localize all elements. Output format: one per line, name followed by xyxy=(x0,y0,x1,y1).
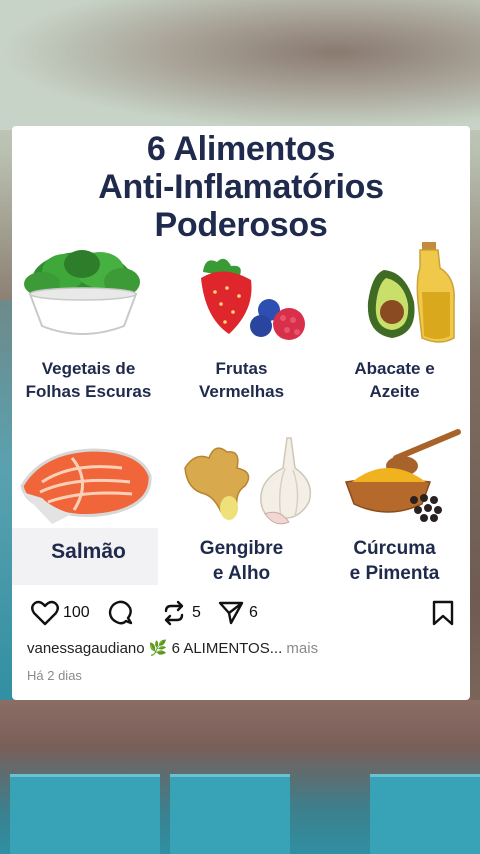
save-button[interactable] xyxy=(431,596,455,630)
food-label-line: Abacate e xyxy=(354,359,435,378)
share-button[interactable]: 6 xyxy=(217,596,258,630)
red-berries-icon xyxy=(201,258,305,340)
food-label: Cúrcuma e Pimenta xyxy=(318,536,470,586)
background-tile xyxy=(10,774,160,854)
food-item-avocado-oil: Abacate e Azeite xyxy=(318,242,470,412)
food-label-line: Frutas xyxy=(215,359,268,378)
post-title: 6 Alimentos Anti-Inflamatórios Poderosos xyxy=(12,130,470,244)
heart-icon xyxy=(31,600,59,626)
food-item-red-berries: Frutas Vermelhas xyxy=(165,242,318,412)
food-grid: Vegetais de Folhas Escuras Frutas Vermel… xyxy=(12,242,470,587)
share-count: 6 xyxy=(249,604,258,621)
background-bottom xyxy=(0,700,480,854)
background-top xyxy=(0,0,480,130)
food-item-leafy-greens: Vegetais de Folhas Escuras xyxy=(12,242,165,412)
food-label: Abacate e Azeite xyxy=(318,357,470,403)
post-actions: 100 5 6 xyxy=(12,596,470,630)
background-tile xyxy=(170,774,290,854)
leafy-greens-icon xyxy=(24,250,140,335)
food-label-line: e Pimenta xyxy=(349,563,440,584)
like-button[interactable]: 100 xyxy=(31,596,90,630)
food-item-turmeric-pepper: Cúrcuma e Pimenta xyxy=(318,428,470,588)
food-label: Vegetais de Folhas Escuras xyxy=(12,357,165,403)
ginger-garlic-icon xyxy=(184,437,312,525)
food-label: Gengibre e Alho xyxy=(165,536,318,586)
food-label-line: Gengibre xyxy=(199,538,284,559)
send-icon xyxy=(218,601,244,625)
post-timestamp: Há 2 dias xyxy=(27,668,82,683)
salmon-icon xyxy=(20,448,152,524)
caption-emoji: 🌿 xyxy=(148,640,168,657)
caption-text: 6 ALIMENTOS... xyxy=(171,640,283,657)
bookmark-icon xyxy=(432,600,454,626)
post-card[interactable]: 6 Alimentos Anti-Inflamatórios Poderosos… xyxy=(12,126,470,700)
like-count: 100 xyxy=(63,604,90,621)
caption-username[interactable]: vanessagaudiano xyxy=(27,640,145,657)
repost-button[interactable]: 5 xyxy=(160,596,201,630)
comment-icon xyxy=(108,600,133,625)
repost-count: 5 xyxy=(192,604,201,621)
post-caption: vanessagaudiano 🌿 6 ALIMENTOS... mais xyxy=(27,639,318,657)
title-line: Poderosos xyxy=(154,206,328,244)
food-label-line: Vermelhas xyxy=(198,382,285,401)
food-label-line: Cúrcuma xyxy=(353,538,436,559)
food-label-line: Salmão xyxy=(51,540,126,563)
food-label-line: e Alho xyxy=(212,563,271,584)
avocado-oil-icon xyxy=(367,242,455,343)
food-label: Salmão xyxy=(12,539,165,565)
food-item-salmon: Salmão xyxy=(12,432,165,592)
title-line: 6 Alimentos xyxy=(146,130,336,168)
food-label-line: Folhas Escuras xyxy=(25,382,152,401)
food-label-line: Azeite xyxy=(369,382,420,401)
food-item-ginger-garlic: Gengibre e Alho xyxy=(165,428,318,588)
repost-icon xyxy=(164,600,184,626)
caption-more-link[interactable]: mais xyxy=(286,640,318,657)
comment-button[interactable] xyxy=(107,596,135,630)
turmeric-pepper-icon xyxy=(344,429,461,522)
title-line: Anti-Inflamatórios xyxy=(98,168,384,206)
background-tile xyxy=(370,774,480,854)
food-label: Frutas Vermelhas xyxy=(165,357,318,403)
food-label-line: Vegetais de xyxy=(41,359,136,378)
